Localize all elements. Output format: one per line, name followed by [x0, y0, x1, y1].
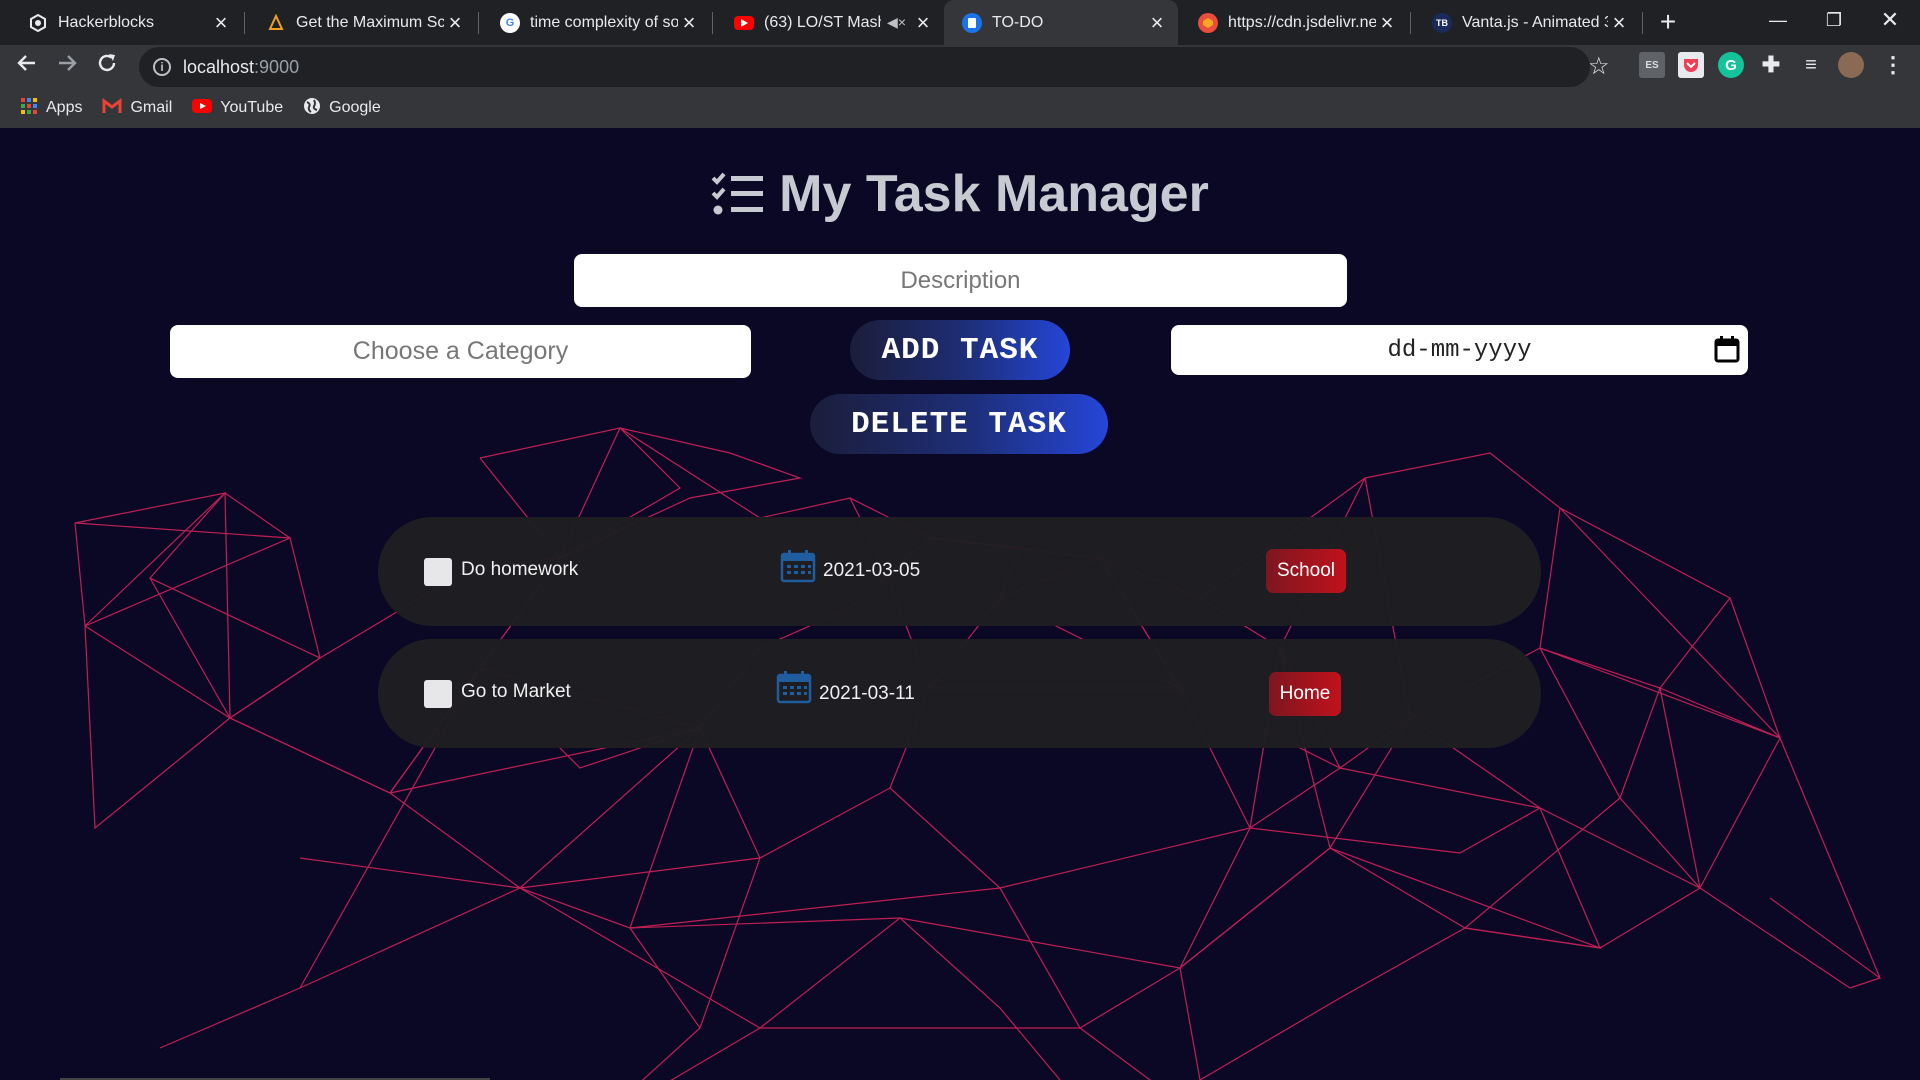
- pocket-icon[interactable]: [1678, 52, 1704, 78]
- tb-icon: TB: [1432, 12, 1452, 33]
- add-task-button[interactable]: ADD TASK: [850, 320, 1070, 380]
- kebab-menu-icon[interactable]: ⋮: [1880, 52, 1906, 78]
- bookmarks-bar: Apps Gmail YouTube Google: [0, 93, 381, 123]
- tab-get-maximum-score[interactable]: Get the Maximum Scor ×: [248, 0, 476, 45]
- bookmark-label: Google: [329, 99, 381, 116]
- bookmark-label: Apps: [46, 99, 83, 116]
- tab-hackerblocks[interactable]: Hackerblocks ×: [10, 0, 242, 45]
- task-description: Go to Market: [461, 681, 571, 702]
- close-tab-icon[interactable]: ×: [444, 10, 466, 36]
- back-button[interactable]: [10, 50, 44, 84]
- jsdelivr-icon: [1198, 12, 1218, 33]
- minimize-button[interactable]: —: [1750, 0, 1806, 40]
- reload-button[interactable]: [90, 50, 124, 84]
- codingninjas-icon: [266, 13, 286, 33]
- bookmark-google[interactable]: Google: [303, 97, 381, 120]
- close-window-button[interactable]: ✕: [1862, 0, 1918, 40]
- extensions-puzzle-icon[interactable]: ✚: [1758, 52, 1784, 78]
- hackerblocks-icon: [28, 13, 48, 33]
- tab-title: Hackerblocks: [58, 13, 155, 31]
- reload-icon: [98, 54, 116, 72]
- url-host: localhost: [183, 56, 255, 77]
- close-tab-icon[interactable]: ×: [210, 10, 232, 36]
- category-input[interactable]: [170, 325, 751, 378]
- bookmark-label: YouTube: [220, 99, 284, 116]
- restore-button[interactable]: ❐: [1806, 0, 1862, 40]
- calendar-icon: [776, 670, 812, 709]
- date-placeholder: dd-mm-yyyy: [1387, 336, 1532, 364]
- tab-todo[interactable]: TO-DO ×: [944, 0, 1178, 45]
- tab-separator: [712, 12, 713, 34]
- tab-strip: Hackerblocks × Get the Maximum Scor × G …: [0, 0, 1920, 45]
- task-checkbox[interactable]: [424, 680, 452, 708]
- tab-title: Get the Maximum Scor: [296, 13, 444, 31]
- tab-title: (63) LO/ST Mashup: [764, 13, 881, 31]
- bookmark-gmail[interactable]: Gmail: [102, 97, 173, 119]
- tab-separator: [1410, 12, 1411, 34]
- tab-vanta[interactable]: TB Vanta.js - Animated 3D ×: [1414, 0, 1640, 45]
- tab-title: time complexity of sort: [530, 13, 678, 31]
- tab-separator: [1642, 12, 1643, 34]
- tab-separator: [478, 12, 479, 34]
- delete-task-button[interactable]: DELETE TASK: [810, 394, 1108, 454]
- arrow-right-icon: [59, 55, 77, 71]
- date-input[interactable]: dd-mm-yyyy: [1171, 325, 1748, 375]
- description-input[interactable]: [574, 254, 1347, 307]
- media-queue-icon[interactable]: ≡: [1798, 52, 1824, 78]
- close-tab-icon[interactable]: ×: [678, 10, 700, 36]
- todo-page: My Task Manager ADD TASK dd-mm-yyyy DELE…: [0, 128, 1920, 1080]
- close-tab-icon[interactable]: ×: [912, 10, 934, 36]
- apps-grid-icon: [20, 97, 38, 120]
- forward-button[interactable]: [50, 50, 84, 84]
- calendar-picker-icon[interactable]: [1714, 335, 1740, 368]
- url-port: :9000: [254, 56, 300, 77]
- bookmark-star-icon[interactable]: ☆: [1588, 52, 1610, 81]
- task-date: 2021-03-05: [823, 560, 921, 581]
- category-badge: School: [1266, 549, 1346, 593]
- tab-title: https://cdn.jsdelivr.net/: [1228, 13, 1376, 31]
- task-list-icon: [711, 171, 765, 217]
- close-tab-icon[interactable]: ×: [1146, 10, 1168, 36]
- page-title: My Task Manager: [779, 165, 1209, 223]
- profile-avatar[interactable]: [1838, 52, 1864, 78]
- task-description: Do homework: [461, 559, 579, 580]
- tab-separator: [244, 12, 245, 34]
- gmail-icon: [102, 97, 122, 119]
- bookmark-youtube[interactable]: YouTube: [192, 98, 284, 118]
- category-badge: Home: [1269, 672, 1341, 716]
- youtube-icon: [734, 15, 754, 30]
- task-item: Go to Market 2021-03-11 Home: [378, 639, 1541, 748]
- task-date: 2021-03-11: [819, 683, 915, 704]
- tab-title: TO-DO: [992, 13, 1044, 31]
- google-icon: G: [500, 12, 520, 33]
- speaker-muted-icon[interactable]: ◀×: [887, 14, 906, 31]
- tab-lost-mashup[interactable]: (63) LO/ST Mashup ◀× ×: [716, 0, 944, 45]
- close-tab-icon[interactable]: ×: [1608, 10, 1630, 36]
- site-info-icon[interactable]: i: [153, 58, 171, 76]
- new-tab-button[interactable]: +: [1650, 4, 1686, 40]
- app-title: My Task Manager: [0, 164, 1920, 224]
- calendar-icon: [780, 549, 816, 588]
- tab-title: Vanta.js - Animated 3D: [1462, 13, 1608, 31]
- todo-icon: [962, 12, 982, 33]
- tab-time-complexity[interactable]: G time complexity of sort ×: [482, 0, 710, 45]
- task-checkbox[interactable]: [424, 558, 452, 586]
- bookmark-label: Gmail: [130, 99, 173, 116]
- arrow-left-icon: [17, 55, 35, 71]
- globe-icon: [303, 97, 321, 120]
- tab-jsdelivr[interactable]: https://cdn.jsdelivr.net/ ×: [1180, 0, 1408, 45]
- bookmark-apps[interactable]: Apps: [20, 97, 82, 120]
- extension-es-icon[interactable]: ES: [1639, 52, 1665, 78]
- address-bar[interactable]: i localhost:9000: [139, 47, 1590, 87]
- task-item: Do homework 2021-03-05 School: [378, 517, 1541, 626]
- close-tab-icon[interactable]: ×: [1376, 10, 1398, 36]
- youtube-icon: [192, 98, 213, 118]
- grammarly-icon[interactable]: G: [1718, 52, 1744, 78]
